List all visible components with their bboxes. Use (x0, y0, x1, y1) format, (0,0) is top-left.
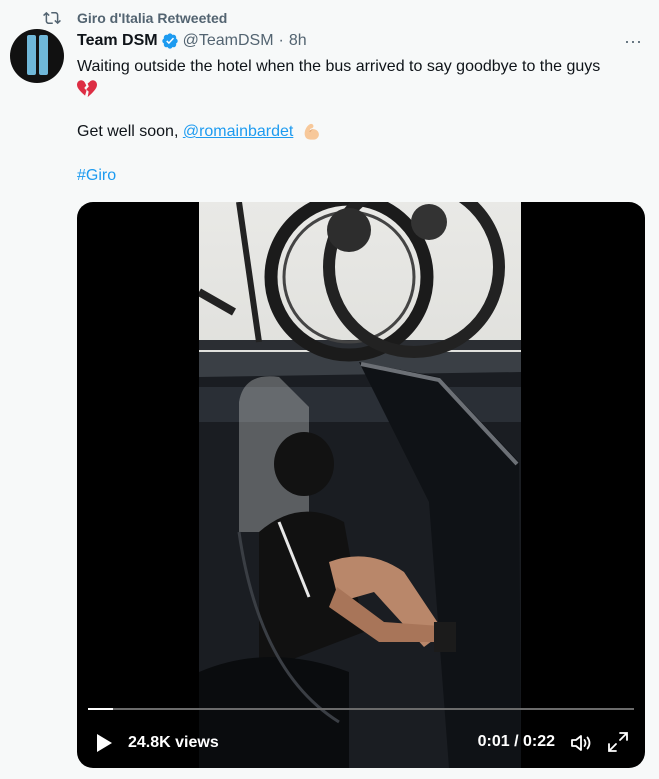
fullscreen-icon[interactable] (607, 731, 629, 753)
avatar-logo-bar (39, 35, 48, 75)
hashtag-link[interactable]: #Giro (77, 167, 116, 184)
avatar[interactable] (10, 29, 64, 83)
more-options-button[interactable]: ··· (621, 30, 645, 52)
tweet-line: #Giro (77, 165, 642, 187)
broken-heart-emoji (77, 80, 97, 97)
video-controls: 24.8K views 0:01 / 0:22 (77, 718, 645, 768)
retweet-indicator[interactable]: Giro d'Italia Retweeted (43, 8, 227, 28)
view-count: 24.8K views (128, 734, 219, 751)
verified-badge-icon (161, 33, 178, 49)
tweet-header: Team DSM @TeamDSM · 8h (77, 30, 307, 52)
tweet-text: Waiting outside the hotel when the bus a… (77, 56, 642, 187)
mention-link[interactable]: @romainbardet (183, 123, 294, 140)
video-progress-fill (88, 708, 113, 710)
tweet-line: Waiting outside the hotel when the bus a… (77, 56, 642, 78)
video-frame (199, 202, 521, 768)
flexed-biceps-emoji (304, 123, 319, 140)
tweet-line-text: Get well soon, (77, 123, 183, 140)
retweet-icon (43, 11, 61, 25)
play-icon[interactable] (95, 733, 113, 753)
separator-dot: · (278, 32, 284, 49)
tweet-line-text: Waiting outside the hotel when the bus a… (77, 58, 601, 75)
author-name[interactable]: Team DSM (77, 32, 158, 50)
avatar-logo-bar (27, 35, 36, 75)
video-time: 0:01 / 0:22 (477, 733, 555, 750)
volume-icon[interactable] (569, 731, 593, 755)
video-progress-bar[interactable] (88, 708, 634, 710)
tweet-line (77, 78, 642, 100)
timestamp[interactable]: 8h (289, 32, 307, 50)
retweet-label: Giro d'Italia Retweeted (77, 10, 228, 26)
author-handle[interactable]: @TeamDSM (183, 32, 274, 50)
video-player[interactable]: 24.8K views 0:01 / 0:22 (77, 202, 645, 768)
tweet-line: Get well soon, @romainbardet (77, 121, 642, 143)
